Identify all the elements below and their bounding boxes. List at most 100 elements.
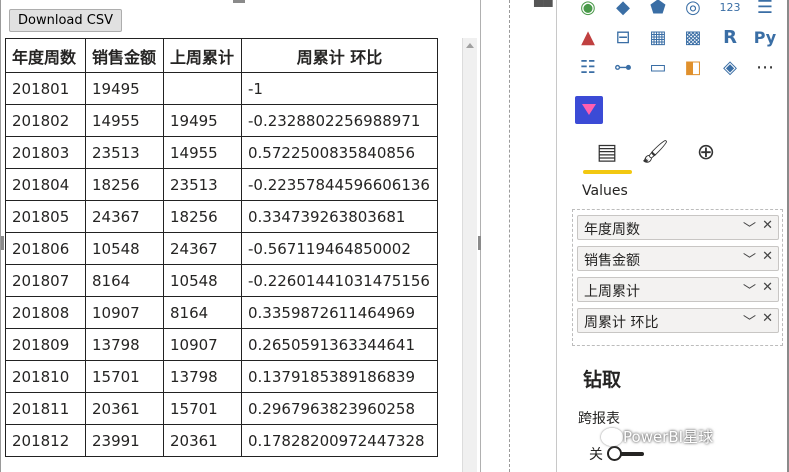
- table-cell: -1: [241, 72, 438, 105]
- table-cell: 19495: [85, 72, 164, 105]
- column-header[interactable]: 周累计 环比: [241, 38, 438, 73]
- table-cell: 0.2650591363344641: [241, 328, 438, 361]
- table-cell: -0.22357844596606136: [241, 168, 438, 201]
- field-well-item[interactable]: 周累计 环比 ﹀ ✕: [577, 308, 779, 333]
- vertical-scrollbar[interactable]: [462, 38, 477, 472]
- table-cell: 24367: [163, 232, 242, 265]
- table-cell: 201810: [5, 360, 86, 393]
- globe-map-icon[interactable]: ◉: [575, 0, 601, 18]
- smart-narrative-icon[interactable]: ◧: [680, 56, 706, 78]
- key-influencers-icon[interactable]: ☷: [575, 56, 601, 78]
- table-cell: 23513: [163, 168, 242, 201]
- paginated-visual-icon[interactable]: ◈: [717, 56, 743, 78]
- table-cell: 0.334739263803681: [241, 200, 438, 233]
- cutoff-pane-icon: ▀▀: [534, 0, 553, 14]
- shape-map-icon[interactable]: ⬟: [645, 0, 671, 18]
- table-row[interactable]: 201806 10548 24367 -0.567119464850002: [5, 232, 438, 265]
- chevron-down-icon[interactable]: ﹀: [743, 280, 756, 299]
- table-cell: 8164: [163, 296, 242, 329]
- field-well-item[interactable]: 年度周数 ﹀ ✕: [577, 215, 779, 240]
- field-well-item[interactable]: 上周累计 ﹀ ✕: [577, 277, 779, 302]
- table-row[interactable]: 201805 24367 18256 0.334739263803681: [5, 200, 438, 233]
- chevron-down-icon[interactable]: ﹀: [743, 218, 756, 237]
- values-field-wells[interactable]: 年度周数 ﹀ ✕ 销售金额 ﹀ ✕ 上周累计 ﹀ ✕ 周累计 环比 ﹀ ✕: [572, 209, 783, 346]
- column-header[interactable]: 销售金额: [85, 38, 164, 73]
- qa-icon[interactable]: ▭: [645, 56, 671, 78]
- table-cell: 0.2967963823960258: [241, 392, 438, 425]
- more-icon[interactable]: ⋯: [752, 56, 778, 78]
- resize-handle-top[interactable]: [233, 0, 245, 3]
- filled-map-icon[interactable]: ◆: [610, 0, 636, 18]
- table-row[interactable]: 201812 23991 20361 0.17828200972447328: [5, 424, 438, 457]
- table-cell: 14955: [85, 104, 164, 137]
- table-cell: 201805: [5, 200, 86, 233]
- table-cell: 20361: [85, 392, 164, 425]
- table-cell: 14955: [163, 136, 242, 169]
- column-header[interactable]: 年度周数: [5, 38, 86, 73]
- table-cell: 20361: [163, 424, 242, 457]
- custom-visual-icon[interactable]: [575, 96, 603, 124]
- table-row[interactable]: 201802 14955 19495 -0.2328802256988971: [5, 104, 438, 137]
- table-cell: 10548: [85, 232, 164, 265]
- table-icon[interactable]: ▦: [645, 26, 671, 48]
- multi-row-card-icon[interactable]: ☰: [752, 0, 778, 18]
- table-cell: -0.2328802256988971: [241, 104, 438, 137]
- table-cell: 201807: [5, 264, 86, 297]
- kpi-icon[interactable]: ▲: [575, 26, 601, 48]
- decomposition-tree-icon[interactable]: ⊶: [610, 56, 636, 78]
- table-cell: 201808: [5, 296, 86, 329]
- field-well-label: 周累计 环比: [584, 315, 659, 331]
- cross-report-label: 跨报表: [578, 411, 620, 427]
- column-header[interactable]: 上周累计: [163, 38, 242, 73]
- table-cell: 18256: [163, 200, 242, 233]
- wechat-logo-icon: [601, 428, 623, 446]
- chevron-down-icon[interactable]: ﹀: [743, 311, 756, 330]
- drill-through-title: 钻取: [583, 369, 622, 391]
- download-csv-button[interactable]: Download CSV: [9, 9, 122, 32]
- close-icon[interactable]: ✕: [762, 218, 773, 233]
- field-well-item[interactable]: 销售金额 ﹀ ✕: [577, 246, 779, 271]
- close-icon[interactable]: ✕: [762, 311, 773, 326]
- fields-tab-icon[interactable]: ▤: [591, 136, 623, 168]
- visualizations-pane: ◉ ◆ ⬟ ◎ 123 ☰ ▲ ⊟ ▦ ▩ R Py ☷ ⊶ ▭ ◧ ◈ ⋯ ▤…: [557, 0, 789, 472]
- table-row[interactable]: 201808 10907 8164 0.3359872611464969: [5, 296, 438, 329]
- table-row[interactable]: 201807 8164 10548 -0.22601441031475156: [5, 264, 438, 297]
- slicer-icon[interactable]: ⊟: [610, 26, 636, 48]
- chevron-down-icon[interactable]: ﹀: [743, 249, 756, 268]
- analytics-tab-icon[interactable]: ⊕: [690, 136, 722, 168]
- table-cell: 201811: [5, 392, 86, 425]
- toggle-knob[interactable]: [607, 446, 622, 461]
- table-cell: 201809: [5, 328, 86, 361]
- table-row[interactable]: 201811 20361 15701 0.2967963823960258: [5, 392, 438, 425]
- close-icon[interactable]: ✕: [762, 280, 773, 295]
- table-cell: 13798: [85, 328, 164, 361]
- arcgis-icon[interactable]: ◎: [680, 0, 706, 18]
- watermark-text: PowerBI星球: [623, 428, 714, 446]
- table-viewport: 年度周数 销售金额 上周累计 周累计 环比 201801 19495 -1 20180…: [5, 38, 477, 472]
- field-well-label: 销售金额: [584, 253, 640, 269]
- canvas-gap: [481, 0, 557, 472]
- r-script-icon[interactable]: R: [717, 26, 743, 48]
- card-123-icon[interactable]: 123: [717, 0, 743, 18]
- table-visual[interactable]: Download CSV 年度周数 销售金额 上周累计 周累计 环比 20180…: [0, 0, 481, 472]
- table-row[interactable]: 201804 18256 23513 -0.22357844596606136: [5, 168, 438, 201]
- python-icon[interactable]: Py: [752, 26, 778, 48]
- table-row[interactable]: 201803 23513 14955 0.5722500835840856: [5, 136, 438, 169]
- table-row[interactable]: 201810 15701 13798 0.1379185389186839: [5, 360, 438, 393]
- field-well-label: 上周累计: [584, 284, 640, 300]
- active-tab-indicator: [583, 170, 632, 174]
- table-row[interactable]: 201801 19495 -1: [5, 72, 438, 105]
- toggle-off-label: 关: [589, 447, 603, 463]
- values-label: Values: [582, 183, 628, 199]
- format-tab-icon[interactable]: 🖌: [639, 136, 671, 168]
- scroll-up-arrow-icon[interactable]: [466, 43, 474, 48]
- table-cell: 15701: [85, 360, 164, 393]
- page-boundary-dashed: [509, 0, 510, 472]
- table-cell: 13798: [163, 360, 242, 393]
- resize-handle-left[interactable]: [1, 236, 4, 250]
- matrix-icon[interactable]: ▩: [680, 26, 706, 48]
- table-cell: 10907: [163, 328, 242, 361]
- close-icon[interactable]: ✕: [762, 249, 773, 264]
- table-row[interactable]: 201809 13798 10907 0.2650591363344641: [5, 328, 438, 361]
- table-cell: 8164: [85, 264, 164, 297]
